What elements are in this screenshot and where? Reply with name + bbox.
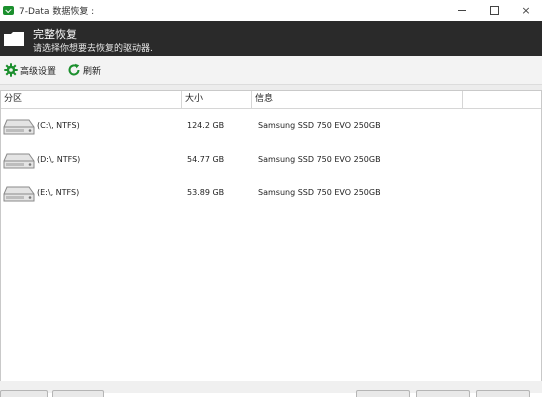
back-button[interactable] — [356, 390, 410, 397]
refresh-button[interactable]: 刷新 — [67, 62, 101, 78]
column-header-extra[interactable] — [463, 91, 541, 108]
drive-row[interactable]: (D:\, NTFS) 54.77 GB Samsung SSD 750 EVO… — [1, 145, 541, 175]
partition-info: Samsung SSD 750 EVO 250GB — [258, 155, 381, 164]
settings-button[interactable] — [52, 390, 104, 397]
gear-icon — [4, 63, 18, 77]
maximize-button[interactable] — [478, 0, 510, 21]
page-subtitle: 请选择你想要去恢复的驱动器. — [33, 44, 153, 54]
bottom-bar — [0, 381, 542, 397]
partition-info: Samsung SSD 750 EVO 250GB — [258, 121, 381, 130]
partition-name: (E:\, NTFS) — [37, 188, 80, 197]
window-title: 7-Data 数据恢复 : — [19, 7, 95, 17]
column-header-partition[interactable]: 分区 — [1, 91, 182, 108]
window-controls: × — [446, 0, 542, 21]
minimize-icon — [458, 10, 466, 11]
page-header: 完整恢复 请选择你想要去恢复的驱动器. — [0, 21, 542, 56]
column-header-info[interactable]: 信息 — [252, 91, 463, 108]
title-bar: 7-Data 数据恢复 : × — [0, 0, 542, 21]
cancel-button[interactable] — [476, 390, 530, 397]
help-button[interactable] — [0, 390, 48, 397]
maximize-icon — [489, 6, 499, 15]
drive-list[interactable]: 分区 大小 信息 (C:\, NTFS) 124.2 GB Samsung SS… — [0, 90, 542, 382]
minimize-button[interactable] — [446, 0, 478, 21]
hard-drive-icon — [3, 186, 35, 202]
column-header-size[interactable]: 大小 — [182, 91, 252, 108]
partition-name: (C:\, NTFS) — [37, 121, 80, 130]
partition-info: Samsung SSD 750 EVO 250GB — [258, 188, 381, 197]
app-logo-icon — [3, 6, 14, 15]
advanced-settings-button[interactable]: 高级设置 — [4, 62, 56, 78]
list-header: 分区 大小 信息 — [1, 91, 541, 109]
hard-drive-icon — [3, 119, 35, 135]
drive-row[interactable]: (E:\, NTFS) 53.89 GB Samsung SSD 750 EVO… — [1, 178, 541, 208]
partition-size: 54.77 GB — [187, 155, 225, 164]
partition-name: (D:\, NTFS) — [37, 155, 81, 164]
page-title: 完整恢复 — [33, 28, 77, 41]
partition-size: 53.89 GB — [187, 188, 225, 197]
refresh-icon — [68, 63, 80, 76]
toolbar: 高级设置 刷新 — [0, 56, 542, 85]
refresh-label: 刷新 — [83, 66, 102, 77]
hard-drive-icon — [3, 153, 35, 169]
folder-icon — [4, 32, 24, 46]
drive-row[interactable]: (C:\, NTFS) 124.2 GB Samsung SSD 750 EVO… — [1, 111, 541, 141]
close-button[interactable]: × — [510, 0, 542, 21]
close-icon: × — [521, 4, 531, 17]
advanced-settings-label: 高级设置 — [20, 66, 57, 77]
partition-size: 124.2 GB — [187, 121, 225, 130]
next-button[interactable] — [416, 390, 470, 397]
